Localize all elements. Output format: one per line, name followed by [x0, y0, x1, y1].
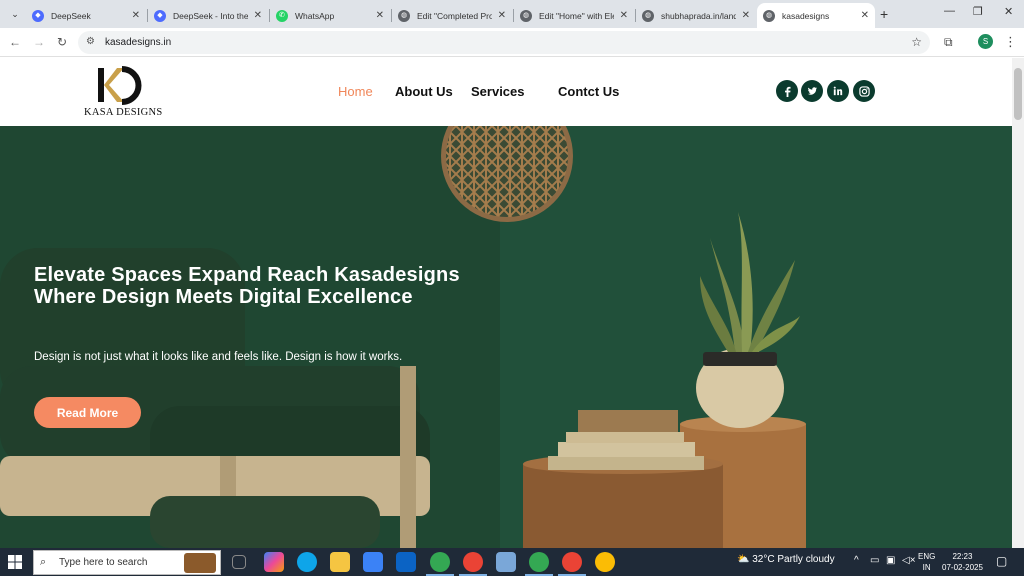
- instagram-icon[interactable]: [853, 80, 875, 102]
- globe-icon: ◍: [642, 9, 654, 22]
- deepseek-icon: ◆: [154, 9, 166, 22]
- bookmark-star-icon[interactable]: ☆: [911, 35, 922, 49]
- close-icon[interactable]: ✕: [742, 10, 750, 21]
- nav-services[interactable]: Services: [471, 84, 525, 99]
- taskbar-search-box[interactable]: ⌕ Type here to search: [33, 550, 221, 575]
- clock-time: 22:23: [952, 552, 973, 561]
- twitter-icon[interactable]: [801, 80, 823, 102]
- tab-kasadesigns[interactable]: ◍ kasadesigns ✕: [757, 3, 875, 28]
- weather-text: 32°C Partly cloudy: [752, 554, 835, 565]
- nav-contact-us[interactable]: Contct Us: [558, 84, 619, 99]
- hero-title: Elevate Spaces Expand Reach Kasadesigns …: [34, 264, 460, 308]
- volume-muted-icon[interactable]: ◁×: [902, 555, 916, 566]
- facebook-icon[interactable]: [776, 80, 798, 102]
- browser-tab-bar: ⌄ ◆ DeepSeek ✕ ◆ DeepSeek - Into the ✕ ✆…: [0, 0, 1024, 28]
- tab-deepseek[interactable]: ◆ DeepSeek ✕: [26, 3, 146, 28]
- deepseek-icon: ◆: [32, 9, 44, 22]
- network-icon[interactable]: ▣: [886, 555, 895, 566]
- tab-search-chevron-icon[interactable]: ⌄: [6, 6, 24, 22]
- profile-avatar[interactable]: S: [978, 34, 993, 49]
- chrome-profile-3-icon[interactable]: [562, 552, 582, 572]
- read-more-button[interactable]: Read More: [34, 397, 141, 428]
- chrome-profile-2-icon[interactable]: [529, 552, 549, 572]
- weather-widget[interactable]: ⛅ 32°C Partly cloudy: [737, 554, 835, 565]
- tab-title: Edit "Home" with Ele: [539, 10, 614, 21]
- tab-shubhaprada[interactable]: ◍ shubhaprada.in/land ✕: [636, 3, 756, 28]
- minimize-icon[interactable]: —: [944, 5, 955, 17]
- linkedin-icon[interactable]: [827, 80, 849, 102]
- search-icon: ⌕: [40, 556, 47, 568]
- tab-title: kasadesigns: [782, 10, 830, 21]
- copilot-icon[interactable]: [264, 552, 284, 572]
- search-highlight-image: [184, 553, 216, 573]
- web-page: KASA DESIGNS Home About Us Services Cont…: [0, 58, 1012, 548]
- edge-icon[interactable]: [297, 552, 317, 572]
- chrome-profile-icon[interactable]: [463, 552, 483, 572]
- tab-edit-home[interactable]: ◍ Edit "Home" with Ele ✕: [514, 3, 634, 28]
- close-icon[interactable]: ✕: [132, 10, 140, 21]
- tab-title: shubhaprada.in/land: [661, 10, 736, 21]
- address-bar[interactable]: ⚙ kasadesigns.in ☆: [78, 31, 930, 54]
- meet-now-icon[interactable]: ▭: [870, 555, 879, 566]
- page-scrollbar[interactable]: [1012, 58, 1024, 548]
- site-header: KASA DESIGNS Home About Us Services Cont…: [0, 58, 1012, 126]
- globe-icon: ◍: [398, 9, 410, 22]
- site-info-icon[interactable]: ⚙: [86, 36, 95, 47]
- tray-chevron-up-icon[interactable]: ^: [854, 555, 859, 566]
- back-arrow-icon[interactable]: ←: [9, 35, 21, 49]
- partly-cloudy-icon: ⛅: [737, 554, 750, 565]
- language-indicator[interactable]: ENG IN: [918, 551, 935, 573]
- region-code: IN: [922, 563, 931, 572]
- new-tab-plus-icon[interactable]: +: [880, 6, 888, 22]
- chrome-icon[interactable]: [430, 552, 450, 572]
- close-icon[interactable]: ✕: [861, 10, 869, 21]
- close-icon[interactable]: ✕: [498, 10, 506, 21]
- address-toolbar: ← → ↻ ⚙ kasadesigns.in ☆ ⧉ S ⋮: [0, 28, 1024, 57]
- clock-date: 07-02-2025: [942, 563, 983, 572]
- tab-whatsapp[interactable]: ✆ WhatsApp ✕: [270, 3, 390, 28]
- store-icon[interactable]: [363, 552, 383, 572]
- tab-title: WhatsApp: [295, 10, 335, 21]
- globe-icon: ◍: [520, 9, 532, 22]
- forward-arrow-icon[interactable]: →: [33, 35, 45, 49]
- hero-background-image: [0, 126, 1012, 548]
- tab-deepseek-2[interactable]: ◆ DeepSeek - Into the ✕: [148, 3, 268, 28]
- outlook-icon[interactable]: [396, 552, 416, 572]
- close-icon[interactable]: ✕: [254, 10, 262, 21]
- logo-text: KASA DESIGNS: [84, 107, 163, 118]
- hero-section: Elevate Spaces Expand Reach Kasadesigns …: [0, 126, 1012, 548]
- tab-title: DeepSeek - Into the: [173, 10, 248, 21]
- notepad-icon[interactable]: [496, 552, 516, 572]
- taskbar-search-placeholder: Type here to search: [59, 557, 148, 568]
- tab-title: Edit "Completed Pro: [417, 10, 492, 21]
- url-text[interactable]: kasadesigns.in: [105, 37, 171, 48]
- close-icon[interactable]: ✕: [620, 10, 628, 21]
- chrome-profile-4-icon[interactable]: [595, 552, 615, 572]
- windows-taskbar: ⌕ Type here to search ⛅ 32°C Partly clou…: [0, 548, 1024, 576]
- restore-icon[interactable]: ❐: [973, 5, 983, 18]
- tab-title: DeepSeek: [51, 10, 91, 21]
- whatsapp-icon: ✆: [276, 9, 288, 22]
- nav-about-us[interactable]: About Us: [395, 84, 453, 99]
- window-close-icon[interactable]: ✕: [1004, 5, 1013, 18]
- task-view-icon[interactable]: [232, 555, 246, 569]
- windows-start-icon[interactable]: [8, 555, 22, 569]
- globe-icon: ◍: [763, 9, 775, 22]
- close-icon[interactable]: ✕: [376, 10, 384, 21]
- extensions-puzzle-icon[interactable]: ⧉: [944, 35, 953, 50]
- system-clock[interactable]: 22:23 07-02-2025: [942, 551, 983, 573]
- language-code: ENG: [918, 552, 936, 561]
- nav-home[interactable]: Home: [338, 84, 373, 99]
- hero-subtitle: Design is not just what it looks like an…: [34, 351, 403, 363]
- tab-edit-completed[interactable]: ◍ Edit "Completed Pro ✕: [392, 3, 512, 28]
- notification-icon[interactable]: ▢: [996, 554, 1007, 568]
- browser-menu-icon[interactable]: ⋮: [1004, 34, 1017, 50]
- reload-icon[interactable]: ↻: [57, 35, 67, 49]
- scrollbar-thumb[interactable]: [1014, 68, 1022, 120]
- file-explorer-icon[interactable]: [330, 552, 350, 572]
